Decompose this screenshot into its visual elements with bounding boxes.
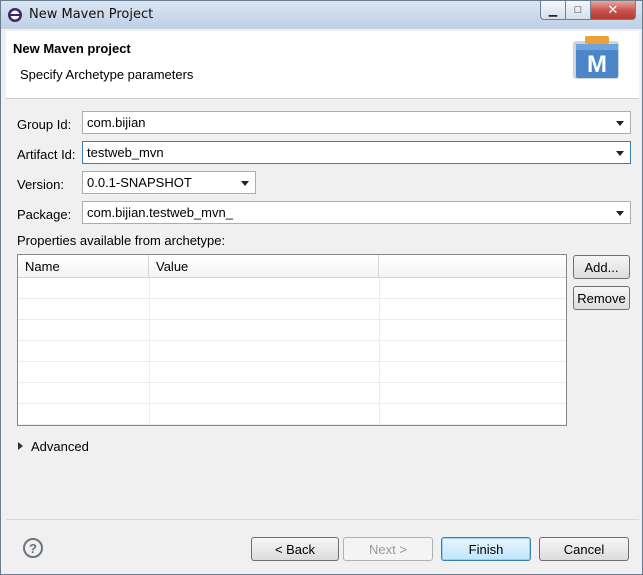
properties-table[interactable]: Name Value [17,254,567,426]
cancel-button[interactable]: Cancel [539,537,629,561]
group-id-value: com.bijian [87,115,146,130]
maven-logo-icon: M [573,36,619,79]
eclipse-icon [8,8,22,22]
table-row[interactable] [18,341,566,362]
chevron-down-icon[interactable] [616,211,624,216]
version-value: 0.0.1-SNAPSHOT [87,175,192,190]
next-button[interactable]: Next > [343,537,433,561]
maximize-button[interactable]: □ [565,1,591,20]
page-subtitle: Specify Archetype parameters [20,67,194,82]
add-property-button[interactable]: Add... [573,255,630,279]
back-button[interactable]: < Back [251,537,339,561]
wizard-header: New Maven project Specify Archetype para… [6,31,639,99]
close-icon: ✕ [607,2,619,17]
footer-divider [6,519,639,520]
artifact-id-value: testweb_mvn [87,145,164,160]
package-value: com.bijian.testweb_mvn_ [87,205,233,220]
table-header: Name Value [18,255,566,278]
page-title: New Maven project [13,41,131,56]
artifact-id-combo[interactable]: testweb_mvn [82,141,631,164]
table-row[interactable] [18,299,566,320]
column-header-name[interactable]: Name [18,255,149,278]
artifact-id-label: Artifact Id: [17,147,76,162]
column-header-value[interactable]: Value [149,255,379,278]
package-label: Package: [17,207,72,222]
chevron-down-icon[interactable] [241,181,249,186]
wizard-body: Group Id: com.bijian Artifact Id: testwe… [6,100,639,520]
package-combo[interactable]: com.bijian.testweb_mvn_ [82,201,631,224]
group-id-label: Group Id: [17,117,72,132]
column-divider [379,278,380,425]
group-id-combo[interactable]: com.bijian [82,111,631,134]
table-row[interactable] [18,383,566,404]
chevron-down-icon[interactable] [616,121,624,126]
table-row[interactable] [18,320,566,341]
title-bar[interactable]: New Maven Project ▁ □ ✕ [1,1,642,29]
table-row[interactable] [18,362,566,383]
minimize-icon: ▁ [548,4,558,17]
remove-property-button[interactable]: Remove [573,286,630,310]
minimize-button[interactable]: ▁ [540,1,566,20]
maximize-icon: □ [574,4,582,16]
table-row[interactable] [18,404,566,425]
chevron-down-icon[interactable] [616,151,624,156]
properties-label: Properties available from archetype: [17,233,226,248]
table-row[interactable] [18,278,566,299]
advanced-label: Advanced [31,439,89,454]
window-title: New Maven Project [29,7,154,22]
column-divider [149,278,150,425]
version-label: Version: [17,177,64,192]
maven-logo-letter: M [587,51,607,78]
new-maven-project-window: New Maven Project ▁ □ ✕ New Maven projec… [0,0,643,575]
help-icon[interactable]: ? [23,538,43,558]
finish-button[interactable]: Finish [441,537,531,561]
chevron-right-icon [18,442,23,450]
advanced-section-toggle[interactable]: Advanced [18,439,89,454]
version-combo[interactable]: 0.0.1-SNAPSHOT [82,171,256,194]
close-button[interactable]: ✕ [590,1,636,20]
